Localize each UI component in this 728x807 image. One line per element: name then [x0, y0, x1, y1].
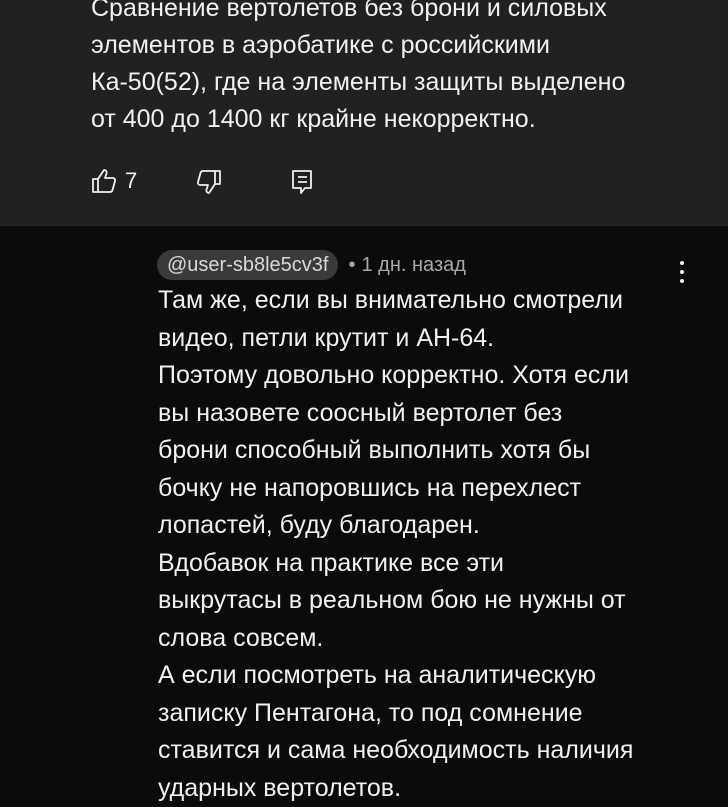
- dislike-button[interactable]: [196, 169, 222, 195]
- reply-text: Там же, если вы внимательно смотрели вид…: [158, 282, 698, 807]
- reply-paragraph: Поэтому довольно корректно. Хотя если вы…: [158, 361, 629, 539]
- timestamp: • 1 дн. назад: [348, 254, 465, 277]
- like-count: 7: [125, 168, 138, 193]
- separator-dot: •: [348, 253, 356, 276]
- thumbs-up-icon: [91, 168, 117, 194]
- parent-comment: Сравнение вертолетов без брони и силовых…: [0, 0, 728, 226]
- reply-paragraph: Вдобавок на практике все эти выкрутасы в…: [158, 548, 626, 652]
- reply-comment: @user-sb8le5cv3f • 1 дн. назад Там же, ес…: [0, 226, 728, 802]
- reply-comment-icon: [290, 169, 314, 195]
- timestamp-text: 1 дн. назад: [361, 253, 466, 276]
- author-handle[interactable]: @user-sb8le5cv3f: [157, 250, 339, 280]
- like-button[interactable]: 7: [91, 168, 137, 194]
- reply-button[interactable]: [290, 169, 314, 195]
- thumbs-down-icon: [196, 169, 222, 195]
- reply-meta: @user-sb8le5cv3f • 1 дн. назад: [157, 250, 466, 280]
- reply-paragraph: А если посмотреть на аналитическую запис…: [158, 661, 634, 802]
- parent-comment-actions: 7: [0, 168, 400, 198]
- parent-comment-text: Сравнение вертолетов без брони и силовых…: [91, 0, 626, 133]
- reply-paragraph: Там же, если вы внимательно смотрели вид…: [158, 286, 623, 352]
